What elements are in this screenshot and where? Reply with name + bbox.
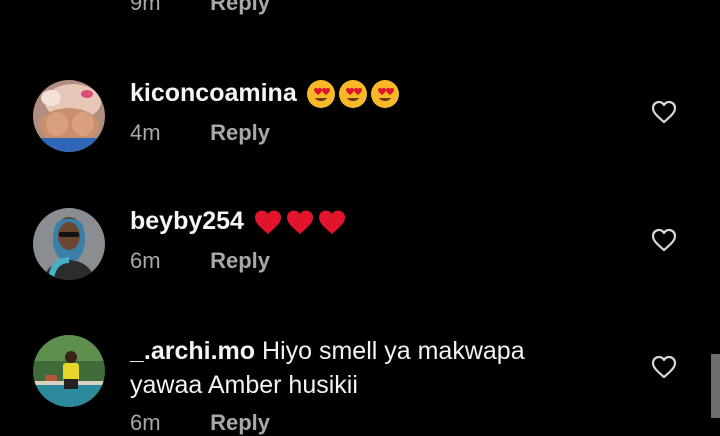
like-heart-icon[interactable]: [651, 355, 677, 379]
comment-time: 6m: [130, 248, 161, 273]
comment-meta: 6m Reply: [130, 248, 610, 274]
comment-time: 9m: [130, 0, 161, 15]
red-heart-emoji-icon: [317, 208, 347, 236]
comment-item: kiconcoamina 4m Reply: [0, 76, 720, 166]
comment-line: kiconcoamina: [130, 76, 610, 110]
comment-item: _.archi.mo Hiyo smell ya makwapa yawaa A…: [0, 334, 720, 435]
comment-meta: 9m Reply: [130, 0, 610, 16]
comment-partial-top: 9m Reply: [0, 0, 720, 24]
comment-text: Hiyo smell ya makwapa: [262, 337, 525, 365]
reply-button[interactable]: Reply: [210, 120, 270, 145]
reply-button[interactable]: Reply: [210, 0, 270, 15]
avatar[interactable]: [33, 80, 105, 152]
red-heart-emoji-icon: [253, 208, 283, 236]
avatar[interactable]: [33, 335, 105, 407]
heart-eyes-emoji-icon: [306, 79, 336, 109]
reply-button[interactable]: Reply: [210, 248, 270, 273]
comment-text-continued: yawaa Amber husikii: [130, 371, 358, 399]
like-heart-icon[interactable]: [651, 100, 677, 124]
comment-meta: 4m Reply: [130, 120, 610, 146]
comment-username[interactable]: kiconcoamina: [130, 79, 297, 107]
red-heart-emoji-icon: [285, 208, 315, 236]
comment-line: _.archi.mo Hiyo smell ya makwapa: [130, 334, 610, 368]
like-heart-icon[interactable]: [651, 228, 677, 252]
heart-eyes-emoji-icon: [370, 79, 400, 109]
comment-item: beyby254 6m Reply: [0, 204, 720, 294]
comment-username[interactable]: _.archi.mo: [130, 337, 255, 365]
comment-time: 4m: [130, 120, 161, 145]
scrollbar[interactable]: [711, 354, 720, 418]
avatar[interactable]: [33, 208, 105, 280]
heart-eyes-emoji-icon: [338, 79, 368, 109]
comment-meta: 6m Reply: [130, 410, 610, 436]
comment-time: 6m: [130, 410, 161, 435]
comment-username[interactable]: beyby254: [130, 207, 244, 235]
comment-line: beyby254: [130, 204, 610, 238]
reply-button[interactable]: Reply: [210, 410, 270, 435]
